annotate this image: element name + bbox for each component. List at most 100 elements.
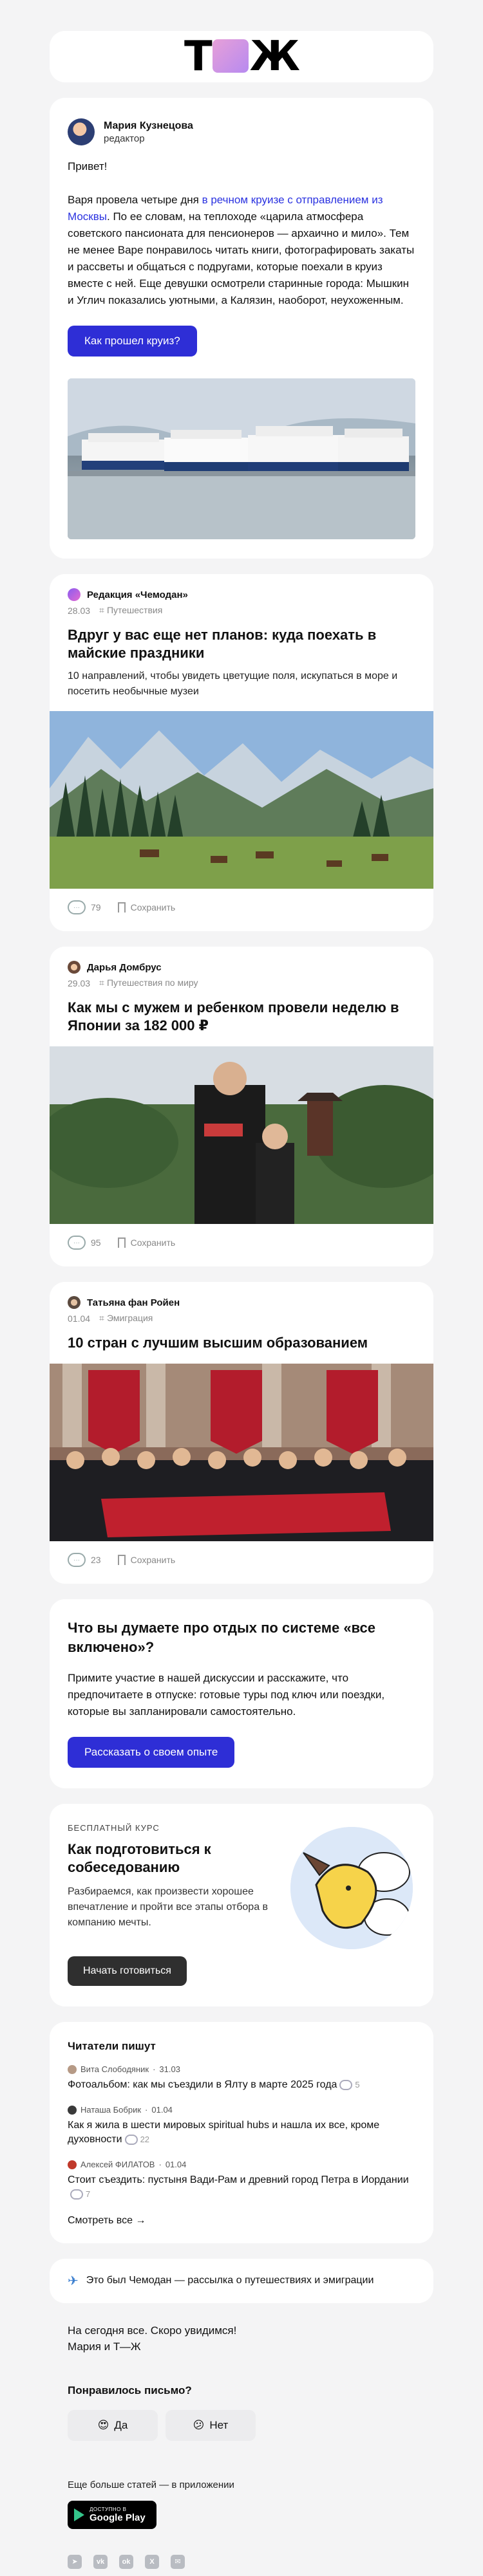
airplane-icon: ✈: [68, 2274, 79, 2288]
comment-count: 22: [124, 2133, 149, 2147]
post-title[interactable]: Фотоальбом: как мы съездили в Ялту в мар…: [68, 2079, 337, 2090]
comment-icon: [70, 2189, 83, 2200]
play-icon: [74, 2508, 84, 2521]
no-button[interactable]: 😕 Нет: [166, 2409, 256, 2441]
article-lead: 10 направлений, чтобы увидеть цветущие п…: [68, 671, 398, 697]
article-title[interactable]: 10 стран с лучшим высшим образованием: [68, 1334, 415, 1352]
article-source: Татьяна фан Ройен: [68, 1296, 415, 1309]
course-illustration: [290, 1827, 413, 1949]
comment-icon[interactable]: ···: [68, 900, 86, 914]
google-play-badge[interactable]: ДОСТУПНО В Google Play: [68, 2500, 156, 2529]
article-image[interactable]: [50, 711, 433, 889]
editor-letter: Мария Кузнецова редактор Привет! Варя пр…: [50, 98, 433, 559]
tzh-logo[interactable]: ТЖ: [184, 36, 300, 77]
source-name: Редакция «Чемодан»: [87, 589, 188, 600]
article-title[interactable]: Вдруг у вас еще нет планов: куда поехать…: [68, 626, 415, 662]
list-item[interactable]: Наташа Бобрик · 01.04 Как я жила в шести м…: [68, 2105, 415, 2147]
mountain-valley-image: [50, 711, 433, 889]
yes-button[interactable]: 😍 Да: [68, 2409, 158, 2441]
article-footer: ··· 23 Сохранить: [50, 1541, 433, 1584]
article-meta: 28.03 ⌗ Путешествия: [68, 605, 163, 616]
post-title[interactable]: Как я жила в шести мировых spiritual hub…: [68, 2120, 379, 2145]
save-link[interactable]: Сохранить: [131, 902, 176, 913]
app-block: Еще больше статей — в приложении ДОСТУПН…: [50, 2441, 433, 2569]
share-experience-button[interactable]: Рассказать о своем опыте: [68, 1737, 235, 1768]
comment-icon[interactable]: ···: [68, 1236, 86, 1250]
article-card[interactable]: Редакция «Чемодан» 28.03 ⌗ Путешествия Вд…: [50, 574, 433, 931]
telegram-icon[interactable]: ➤: [68, 2554, 82, 2569]
feedback-title: Понравилось письмо?: [68, 2384, 192, 2396]
save-link[interactable]: Сохранить: [131, 1237, 176, 1248]
bookmark-icon[interactable]: [117, 1237, 126, 1248]
discussion-card: Что вы думаете про отдых по системе «все…: [50, 1599, 433, 1788]
see-all-link[interactable]: Смотреть все →: [68, 2215, 415, 2227]
editor-role: редактор: [104, 133, 145, 144]
article-card[interactable]: Дарья Домбрус 29.03 ⌗ Путешествия по миру…: [50, 947, 433, 1266]
x-icon[interactable]: X: [145, 2554, 159, 2569]
comment-count: 79: [91, 902, 101, 913]
bookmark-icon[interactable]: [117, 902, 126, 913]
vk-icon[interactable]: vk: [93, 2554, 108, 2569]
article-source: Дарья Домбрус: [68, 961, 415, 974]
discussion-text: Примите участие в нашей дискуссии и расс…: [68, 1672, 385, 1718]
list-item[interactable]: Алексей ФИЛАТОВ · 01.04 Стоит съездить: пу…: [68, 2160, 415, 2201]
suitcase-icon: [212, 39, 249, 73]
app-text: Еще больше статей — в приложении: [68, 2479, 234, 2490]
start-course-button[interactable]: Начать готовиться: [68, 1956, 187, 1986]
social-links: ➤ vk ok X ✉: [68, 2554, 415, 2569]
tag-icon: ⌗: [99, 605, 104, 615]
article-title[interactable]: Как мы с мужем и ребенком провели неделю…: [68, 999, 415, 1035]
editor-name: Мария Кузнецова: [104, 120, 193, 131]
comment-icon[interactable]: ···: [68, 1553, 86, 1567]
save-link[interactable]: Сохранить: [131, 1555, 176, 1565]
editor-paragraph: Варя провела четыре дня в речном круизе …: [68, 194, 415, 306]
avatar: [68, 118, 95, 145]
logo-card: ТЖ: [50, 31, 433, 82]
email-container: ТЖ Мария Кузнецова редактор Привет! Варя…: [0, 0, 483, 2569]
arrow-right-icon: →: [135, 2214, 146, 2226]
character-illustration: [290, 1827, 413, 1949]
article-meta: 01.04 ⌗ Эмиграция: [68, 1313, 153, 1324]
avatar: [68, 961, 80, 974]
course-card: БЕСПЛАТНЫЙ КУРС Как подготовиться к собе…: [50, 1804, 433, 2006]
course-title[interactable]: Как подготовиться к собеседованию: [68, 1840, 287, 1876]
ships-illustration: [68, 378, 415, 539]
list-item[interactable]: Вита Слободяник · 31.03 Фотоальбом: как мы…: [68, 2064, 415, 2092]
readers-card: Читатели пишут Вита Слободяник · 31.03 Фот…: [50, 2022, 433, 2243]
comment-count: 95: [91, 1237, 101, 1248]
discussion-title: Что вы думаете про отдых по системе «все…: [68, 1620, 375, 1655]
article-source: Редакция «Чемодан»: [68, 588, 415, 601]
comment-count: 5: [339, 2078, 360, 2092]
source-name: Дарья Домбрус: [87, 961, 162, 973]
cruise-ships-photo[interactable]: [68, 378, 415, 539]
post-title[interactable]: Стоит съездить: пустыня Вади-Рам и древн…: [68, 2174, 409, 2185]
source-name: Татьяна фан Ройен: [87, 1297, 180, 1308]
avatar: [68, 588, 80, 601]
avatar: [68, 2064, 77, 2074]
article-footer: ··· 79 Сохранить: [50, 889, 433, 931]
newsletter-text: Это был Чемодан — рассылка о путешествия…: [86, 2275, 374, 2286]
graduation-image: [50, 1364, 433, 1541]
bookmark-icon[interactable]: [117, 1555, 126, 1565]
sad-icon: 😕: [193, 2418, 205, 2431]
cruise-button[interactable]: Как прошел круиз?: [68, 326, 197, 357]
avatar: [68, 1296, 80, 1309]
article-meta: 29.03 ⌗ Путешествия по миру: [68, 978, 198, 988]
readers-title: Читатели пишут: [68, 2040, 156, 2052]
ok-icon[interactable]: ok: [119, 2554, 133, 2569]
article-card[interactable]: Татьяна фан Ройен 01.04 ⌗ Эмиграция 10 ст…: [50, 1282, 433, 1584]
avatar: [68, 2160, 77, 2169]
course-text: Разбираемся, как произвести хорошее впеч…: [68, 1886, 269, 1928]
smile-icon: 😍: [97, 2418, 109, 2431]
article-image[interactable]: [50, 1364, 433, 1541]
comment-icon: [124, 2135, 138, 2145]
newsletter-info: ✈ Это был Чемодан — рассылка о путешеств…: [50, 2258, 433, 2303]
tag-icon: ⌗: [99, 1313, 104, 1323]
avatar: [68, 2105, 77, 2115]
article-image[interactable]: [50, 1046, 433, 1224]
comment-icon: [339, 2080, 353, 2090]
feedback-block: Понравилось письмо? 😍 Да 😕 Нет: [50, 2358, 433, 2441]
family-japan-image: [50, 1046, 433, 1224]
email-icon[interactable]: ✉: [171, 2554, 185, 2569]
greeting: Привет!: [68, 160, 108, 172]
